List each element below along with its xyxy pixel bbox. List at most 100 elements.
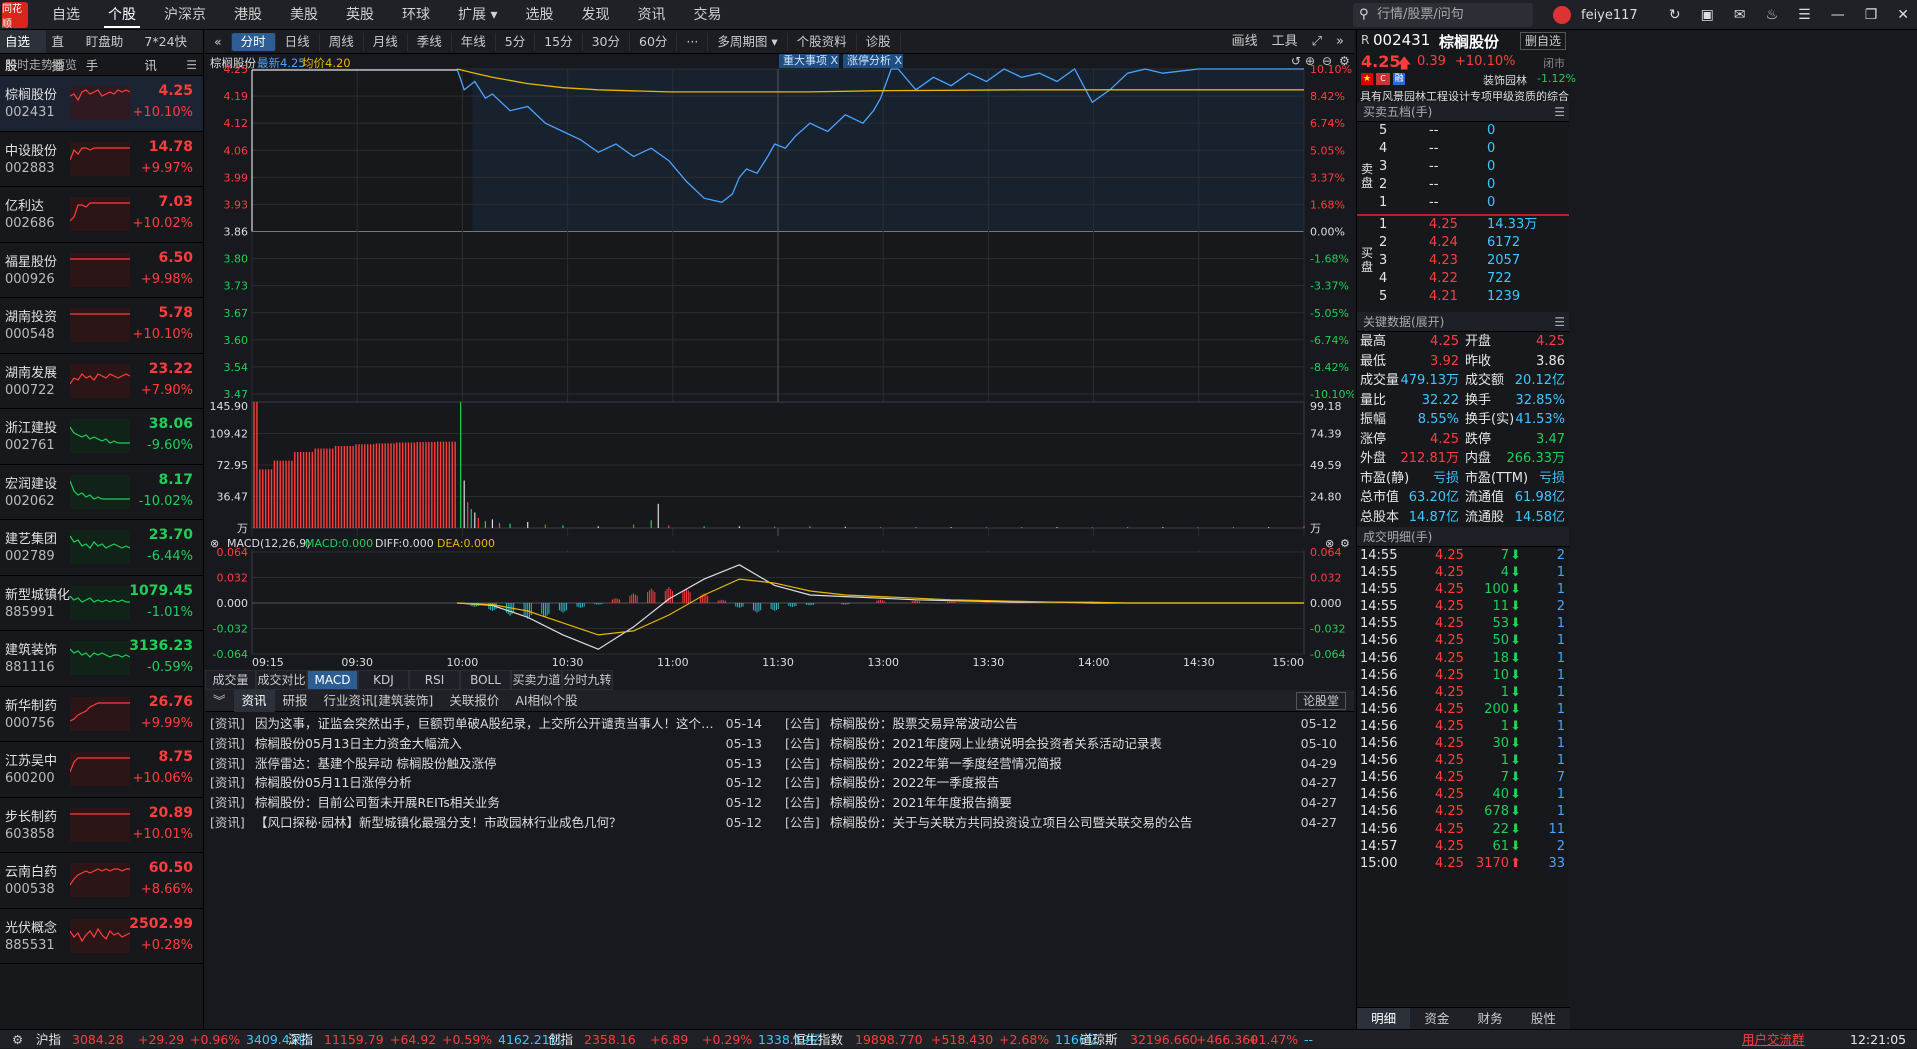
- indicator-tab[interactable]: RSI: [409, 670, 460, 690]
- news-title[interactable]: 棕榈股份：2022年第一季度经营情况简报: [830, 754, 1300, 774]
- fullscreen-icon[interactable]: ⤢: [1312, 30, 1322, 54]
- nav-item[interactable]: 沪深京: [150, 0, 220, 30]
- stock-list-item[interactable]: 湖南投资 000548 5.78 +10.10%: [0, 298, 203, 354]
- avatar[interactable]: [1553, 6, 1571, 24]
- minimize-icon[interactable]: —: [1831, 7, 1845, 23]
- nav-item[interactable]: 选股: [511, 0, 567, 30]
- indicator-tab[interactable]: 成交对比: [256, 670, 307, 690]
- user-area[interactable]: feiye117: [1553, 0, 1638, 30]
- mail-icon[interactable]: ✉: [1734, 7, 1746, 23]
- collapse-icon[interactable]: ︾: [205, 690, 234, 712]
- intraday-chart[interactable]: 棕榈股份 最新4.25均价4.20 重大事项 X 涨停分析 X ↺ ⊕ ⊖ ⚙4.25 10.1…: [205, 54, 1354, 670]
- news-title[interactable]: 涨停雷达：基建个股异动 棕榈股份触及涨停: [255, 754, 725, 774]
- period-button[interactable]: 月线: [364, 32, 408, 51]
- news-tab[interactable]: AI相似个股: [507, 690, 585, 712]
- news-tab[interactable]: 行业资讯[建筑装饰]: [316, 690, 442, 712]
- period-button[interactable]: 诊股: [857, 32, 901, 51]
- period-button[interactable]: 日线: [276, 32, 320, 51]
- stock-list-item[interactable]: 新型城镇化 885991 1079.45 -1.01%: [0, 576, 203, 631]
- refresh-icon[interactable]: ↻: [1669, 7, 1681, 23]
- index-name[interactable]: 创指: [548, 1030, 573, 1049]
- stock-list-item[interactable]: 步长制药 603858 20.89 +10.01%: [0, 798, 203, 853]
- stock-list-item[interactable]: 光伏概念 885531 2502.99 +0.28%: [0, 909, 203, 964]
- toolbar-right-item[interactable]: 工具: [1272, 30, 1298, 54]
- stock-list-item[interactable]: 建艺集团 002789 23.70 -6.44%: [0, 520, 203, 576]
- news-item[interactable]: [资讯] 棕榈股份：目前公司暂未开展REITs相关业务 05-12: [210, 793, 770, 813]
- period-button[interactable]: 多周期图 ▾: [708, 32, 788, 51]
- period-button[interactable]: ···: [677, 32, 709, 51]
- watchlist-tab[interactable]: 盯盘助手: [81, 30, 140, 73]
- username[interactable]: feiye117: [1581, 8, 1638, 23]
- news-tab[interactable]: 研报: [275, 690, 316, 712]
- collapse-left-icon[interactable]: «: [205, 32, 232, 51]
- news-tab[interactable]: 关联报价: [441, 690, 507, 712]
- detail-tab[interactable]: 股性: [1517, 1008, 1570, 1029]
- news-title[interactable]: 【风口探秘·园林】新型城镇化最强分支！市政园林行业成色几何？: [255, 813, 725, 833]
- watchlist-tab[interactable]: 直播: [46, 30, 80, 73]
- toolbar-right-item[interactable]: 画线: [1232, 30, 1258, 54]
- nav-item[interactable]: 发现: [567, 0, 623, 30]
- period-button[interactable]: 15分: [535, 32, 583, 51]
- add-watchlist-button[interactable]: 删自选: [1520, 32, 1567, 50]
- bell-icon[interactable]: ♨: [1766, 7, 1779, 23]
- news-item[interactable]: [资讯] 涨停雷达：基建个股异动 棕榈股份触及涨停 05-13: [210, 754, 770, 774]
- indicator-tab[interactable]: BOLL: [460, 670, 511, 690]
- gear-icon[interactable]: ⚙: [12, 1030, 23, 1049]
- stock-list-item[interactable]: 中设股份 002883 14.78 +9.97%: [0, 132, 203, 187]
- index-name[interactable]: 沪指: [36, 1030, 61, 1049]
- news-item[interactable]: [公告] 棕榈股份：关于与关联方共同投资设立项目公司暨关联交易的公告 04-27: [785, 813, 1345, 833]
- news-item[interactable]: [资讯] 因为这事，证监会突然出手，巨额罚单破A股纪录，上交所公开谴责当事人！这个…: [210, 714, 770, 734]
- stock-list-item[interactable]: 建筑装饰 881116 3136.23 -0.59%: [0, 631, 203, 687]
- restore-icon[interactable]: ❐: [1865, 7, 1878, 23]
- news-item[interactable]: [公告] 棕榈股份：2022年第一季度经营情况简报 04-29: [785, 754, 1345, 774]
- search-box[interactable]: ⚲ 行情/股票/问句: [1353, 3, 1533, 27]
- community-link[interactable]: 用户交流群: [1742, 1030, 1805, 1049]
- indicator-tab[interactable]: KDJ: [358, 670, 409, 690]
- nav-item[interactable]: 个股: [94, 0, 150, 30]
- news-title[interactable]: 棕榈股份：2021年度网上业绩说明会投资者关系活动记录表: [830, 734, 1300, 754]
- news-title[interactable]: 棕榈股份05月13日主力资金大幅流入: [255, 734, 725, 754]
- news-item[interactable]: [公告] 棕榈股份：2021年度网上业绩说明会投资者关系活动记录表 05-10: [785, 734, 1345, 754]
- news-item[interactable]: [公告] 棕榈股份：股票交易异常波动公告 05-12: [785, 714, 1345, 734]
- news-title[interactable]: 棕榈股份：2021年年度报告摘要: [830, 793, 1300, 813]
- period-button[interactable]: 周线: [320, 32, 364, 51]
- stock-list-item[interactable]: 福星股份 000926 6.50 +9.98%: [0, 243, 203, 298]
- news-item[interactable]: [资讯] 【风口探秘·园林】新型城镇化最强分支！市政园林行业成色几何？ 05-12: [210, 813, 770, 833]
- stock-list-item[interactable]: 湖南发展 000722 23.22 +7.90%: [0, 354, 203, 409]
- news-title[interactable]: 因为这事，证监会突然出手，巨额罚单破A股纪录，上交所公开谴责当事人！这个黄金赛道…: [255, 714, 725, 734]
- search-input[interactable]: 行情/股票/问句: [1377, 7, 1464, 22]
- news-title[interactable]: 棕榈股份：2022年一季度报告: [830, 773, 1300, 793]
- period-button[interactable]: 年线: [452, 32, 496, 51]
- news-title[interactable]: 棕榈股份05月11日涨停分析: [255, 773, 725, 793]
- close-icon[interactable]: ✕: [1897, 7, 1909, 23]
- stock-list-item[interactable]: 宏润建设 002062 8.17 -10.02%: [0, 465, 203, 520]
- menu-icon[interactable]: ☰: [1554, 102, 1565, 122]
- nav-item[interactable]: 美股: [276, 0, 332, 30]
- detail-tab[interactable]: 明细: [1357, 1008, 1411, 1029]
- collapse-right-icon[interactable]: »: [1336, 30, 1344, 54]
- industry-name[interactable]: 装饰园林: [1483, 72, 1527, 88]
- indicator-tab[interactable]: 买卖力道: [511, 670, 562, 690]
- forum-button[interactable]: 论股堂: [1295, 692, 1346, 710]
- shirt-icon[interactable]: ▣: [1701, 7, 1714, 23]
- watchlist-tab[interactable]: 自选股: [0, 30, 47, 73]
- period-button[interactable]: 季线: [408, 32, 452, 51]
- period-button[interactable]: 分时: [231, 32, 276, 51]
- nav-item[interactable]: 扩展 ▾: [444, 0, 511, 30]
- index-name[interactable]: 恒生指数: [793, 1030, 843, 1049]
- app-logo[interactable]: 同花顺: [2, 1, 28, 30]
- nav-item[interactable]: 港股: [220, 0, 276, 30]
- indicator-tab[interactable]: MACD: [307, 670, 358, 690]
- detail-tab[interactable]: 资金: [1410, 1008, 1463, 1029]
- indicator-tab[interactable]: 分时九转: [562, 670, 613, 690]
- indicator-tab[interactable]: 成交量: [205, 670, 256, 690]
- period-button[interactable]: 30分: [583, 32, 631, 51]
- stock-list-item[interactable]: 浙江建投 002761 38.06 -9.60%: [0, 409, 203, 465]
- nav-item[interactable]: 资讯: [623, 0, 679, 30]
- nav-item[interactable]: 环球: [388, 0, 444, 30]
- menu-icon[interactable]: ☰: [1554, 312, 1565, 332]
- period-button[interactable]: 5分: [496, 32, 536, 51]
- news-item[interactable]: [公告] 棕榈股份：2021年年度报告摘要 04-27: [785, 793, 1345, 813]
- news-item[interactable]: [资讯] 棕榈股份05月11日涨停分析 05-12: [210, 773, 770, 793]
- stock-list-item[interactable]: 新华制药 000756 26.76 +9.99%: [0, 687, 203, 742]
